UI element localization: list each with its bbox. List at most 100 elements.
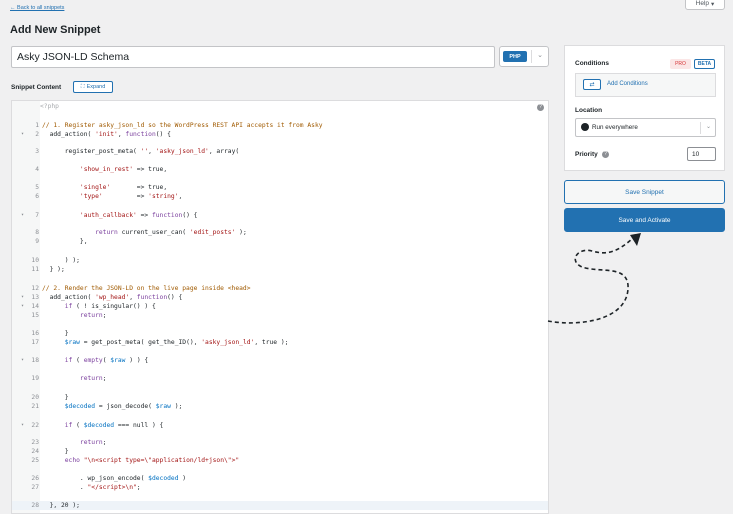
line-number: 23 bbox=[31, 439, 39, 446]
code-text: if ( $decoded === null ) { bbox=[64, 422, 164, 429]
code-text: return; bbox=[79, 375, 107, 382]
divider bbox=[531, 50, 532, 63]
code-line[interactable]: 16 } bbox=[12, 329, 548, 338]
code-text: } bbox=[42, 394, 69, 401]
snippet-content-label: Snippet Content bbox=[11, 84, 62, 91]
chevron-down-icon: ▾ bbox=[711, 0, 715, 8]
code-text: return; bbox=[79, 312, 107, 319]
line-number: 11 bbox=[31, 266, 39, 273]
line-number: 12 bbox=[31, 285, 39, 292]
conditions-box: ⇄ Add Conditions bbox=[575, 73, 716, 97]
code-line[interactable]: ▾ 14 if ( ! is_singular() ) { bbox=[12, 302, 548, 311]
php-badge: PHP bbox=[503, 51, 527, 62]
line-number: 24 bbox=[31, 448, 39, 455]
code-line[interactable]: 6 'type' => 'string', bbox=[12, 192, 548, 201]
line-number: 15 bbox=[31, 312, 39, 319]
line-number: 3 bbox=[35, 148, 39, 155]
line-number: 2 bbox=[35, 131, 39, 138]
line-number: 16 bbox=[31, 330, 39, 337]
code-text: add_action( 'wp_head', function() { bbox=[42, 294, 183, 301]
line-number: 20 bbox=[31, 394, 39, 401]
line-number: 14 bbox=[31, 303, 39, 310]
conditions-label: Conditions bbox=[575, 60, 609, 67]
code-text: } ); bbox=[42, 266, 65, 273]
code-text: 'single' => true, bbox=[79, 184, 168, 191]
code-line[interactable]: 19 return; bbox=[12, 374, 548, 383]
code-line[interactable]: 11 } ); bbox=[12, 265, 548, 274]
expand-icon: ⛶ bbox=[80, 83, 85, 90]
code-line[interactable]: 8 return current_user_can( 'edit_posts' … bbox=[12, 228, 548, 237]
code-text: } bbox=[42, 448, 69, 455]
code-text: register_post_meta( '', 'asky_json_ld', … bbox=[42, 148, 240, 155]
code-line[interactable]: 17 $raw = get_post_meta( get_the_ID(), '… bbox=[12, 338, 548, 347]
back-to-snippets-link[interactable]: ← Back to all snippets bbox=[10, 5, 64, 11]
line-number: 25 bbox=[31, 457, 39, 464]
code-line[interactable]: 10 ) ); bbox=[12, 256, 548, 265]
location-select[interactable]: Run everywhere ⌄ bbox=[575, 118, 716, 137]
location-value: Run everywhere bbox=[592, 124, 638, 131]
line-number: 26 bbox=[31, 475, 39, 482]
code-line[interactable]: 26 . wp_json_encode( $decoded ) bbox=[12, 474, 548, 483]
code-line[interactable]: 4 'show_in_rest' => true, bbox=[12, 165, 548, 174]
code-line[interactable]: 25 echo "\n<script type=\"application/ld… bbox=[12, 456, 548, 465]
globe-icon bbox=[581, 123, 589, 131]
code-line[interactable]: ▾ 13 add_action( 'wp_head', function() { bbox=[12, 293, 548, 302]
code-line[interactable]: ▾ 22 if ( $decoded === null ) { bbox=[12, 421, 548, 430]
code-line[interactable]: ▾ 2 add_action( 'init', function() { bbox=[12, 130, 548, 139]
code-editor[interactable]: <?php ? 1// 1. Register asky_json_ld so … bbox=[11, 100, 549, 514]
snippet-title-input[interactable]: Asky JSON-LD Schema bbox=[11, 46, 495, 68]
chevron-down-icon: ⌄ bbox=[537, 52, 543, 59]
code-line[interactable]: 23 return; bbox=[12, 438, 548, 447]
line-number: 19 bbox=[31, 375, 39, 382]
location-label: Location bbox=[575, 107, 603, 114]
priority-label: Priority bbox=[575, 151, 598, 158]
code-text: . wp_json_encode( $decoded ) bbox=[42, 475, 187, 482]
code-text: if ( ! is_singular() ) { bbox=[64, 303, 156, 310]
code-line[interactable]: 3 register_post_meta( '', 'asky_json_ld'… bbox=[12, 147, 548, 156]
code-line[interactable]: 12// 2. Render the JSON-LD on the live p… bbox=[12, 284, 548, 293]
code-text: 'type' => 'string', bbox=[79, 193, 183, 200]
chevron-down-icon: ⌄ bbox=[705, 124, 711, 130]
language-select[interactable]: PHP ⌄ bbox=[499, 46, 549, 67]
code-line[interactable]: 21 $decoded = json_decode( $raw ); bbox=[12, 402, 548, 411]
line-number: 7 bbox=[35, 212, 39, 219]
beta-badge: BETA bbox=[694, 59, 715, 69]
line-number: 4 bbox=[35, 166, 39, 173]
code-text: add_action( 'init', function() { bbox=[42, 131, 171, 138]
code-line[interactable]: 24 } bbox=[12, 447, 548, 456]
save-snippet-button[interactable]: Save Snippet bbox=[564, 180, 725, 204]
code-line[interactable]: 15 return; bbox=[12, 311, 548, 320]
line-number: 18 bbox=[31, 357, 39, 364]
settings-panel: Conditions PRO BETA ⇄ Add Conditions Loc… bbox=[564, 45, 725, 171]
line-number: 6 bbox=[35, 193, 39, 200]
divider bbox=[700, 122, 701, 134]
line-number: 17 bbox=[31, 339, 39, 346]
add-conditions-link[interactable]: Add Conditions bbox=[607, 81, 648, 87]
code-line[interactable]: 5 'single' => true, bbox=[12, 183, 548, 192]
code-text: 'auth_callback' => function() { bbox=[79, 212, 198, 219]
help-icon[interactable]: ? bbox=[602, 151, 609, 158]
code-line[interactable]: ▾ 7 'auth_callback' => function() { bbox=[12, 211, 548, 220]
code-line[interactable]: 1// 1. Register asky_json_ld so the Word… bbox=[12, 121, 548, 130]
expand-button[interactable]: ⛶ Expand bbox=[73, 81, 113, 93]
code-text: ) ); bbox=[42, 257, 80, 264]
code-line[interactable]: 20 } bbox=[12, 393, 548, 402]
line-number: 10 bbox=[31, 257, 39, 264]
line-number: 21 bbox=[31, 403, 39, 410]
code-text: } bbox=[42, 330, 69, 337]
code-text: return; bbox=[79, 439, 107, 446]
code-line[interactable]: 28 }, 20 ); bbox=[12, 501, 548, 510]
help-icon[interactable]: ? bbox=[537, 104, 544, 111]
code-text: . "</script>\n"; bbox=[42, 484, 141, 491]
annotation-arrow bbox=[547, 233, 641, 324]
help-button[interactable]: Help ▾ bbox=[685, 0, 725, 10]
code-line[interactable]: ▾ 18 if ( empty( $raw ) ) { bbox=[12, 356, 548, 365]
priority-input[interactable]: 10 bbox=[687, 147, 716, 161]
shuffle-icon[interactable]: ⇄ bbox=[583, 79, 601, 90]
line-number: 8 bbox=[35, 229, 39, 236]
code-text: // 1. Register asky_json_ld so the WordP… bbox=[42, 122, 323, 129]
line-number: 9 bbox=[35, 238, 39, 245]
code-text: }, 20 ); bbox=[42, 502, 80, 509]
code-line[interactable]: 27 . "</script>\n"; bbox=[12, 483, 548, 492]
code-line[interactable]: 9 }, bbox=[12, 237, 548, 246]
